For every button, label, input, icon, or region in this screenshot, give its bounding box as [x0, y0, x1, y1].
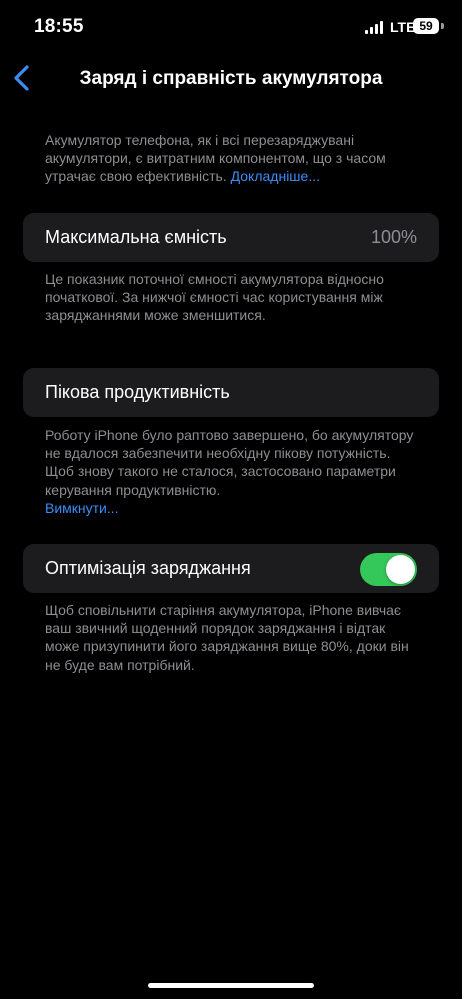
- optimized-charging-cell: Оптимізація заряджання: [23, 544, 439, 593]
- status-bar: 18:55 LTE 59: [0, 0, 462, 56]
- optimized-charging-label: Оптимізація заряджання: [45, 558, 251, 578]
- battery-icon: 59: [413, 18, 439, 34]
- learn-more-link[interactable]: Докладніше...: [231, 168, 320, 184]
- max-capacity-value: 100%: [370, 227, 417, 247]
- intro-description: Акумулятор телефона, як і всі перезарядж…: [45, 131, 423, 186]
- toggle-knob: [386, 555, 415, 584]
- max-capacity-footnote: Це показник поточної ємності акумулятора…: [45, 271, 384, 324]
- max-capacity-label: Максимальна ємність: [45, 227, 227, 247]
- disable-link[interactable]: Вимкнути...: [45, 499, 423, 517]
- network-type: LTE: [390, 19, 416, 35]
- peak-performance-footnote: Роботу iPhone було раптово завершено, бо…: [45, 426, 423, 517]
- intro-text: Акумулятор телефона, як і всі перезарядж…: [45, 132, 386, 185]
- page-title: Заряд і справність акумулятора: [79, 68, 383, 89]
- home-indicator[interactable]: [148, 983, 314, 988]
- optimized-charging-toggle[interactable]: [360, 553, 417, 586]
- battery-tip: [441, 23, 444, 29]
- optimized-charging-footnote: Щоб сповільнити старіння акумулятора, iP…: [45, 602, 409, 673]
- peak-performance-label: Пікова продуктивність: [45, 382, 230, 402]
- max-capacity-cell: Максимальна ємність 100%: [23, 213, 439, 262]
- navigation-bar: Заряд і справність акумулятора: [0, 56, 462, 100]
- peak-performance-text: Роботу iPhone було раптово завершено, бо…: [45, 427, 414, 498]
- status-time: 18:55: [34, 16, 84, 37]
- peak-performance-cell: Пікова продуктивність: [23, 368, 439, 417]
- cellular-signal-icon: [365, 21, 385, 34]
